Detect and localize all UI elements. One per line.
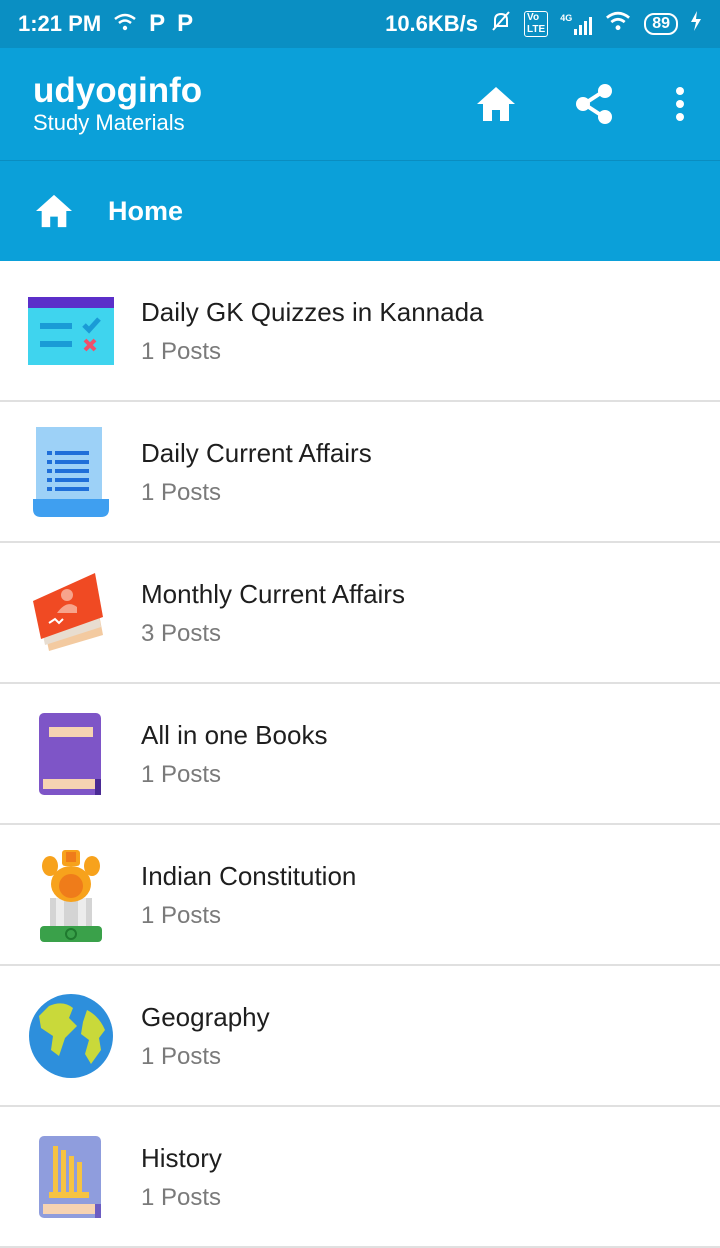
breadcrumb-bar[interactable]: Home [0,161,720,261]
category-title: Indian Constitution [141,860,357,891]
emblem-icon [0,824,141,965]
category-title: Geography [141,1001,270,1032]
list-item[interactable]: Daily Current Affairs 1 Posts [0,402,720,543]
breadcrumb-label: Home [108,195,184,226]
category-title: Monthly Current Affairs [141,578,405,609]
list-item[interactable]: Geography 1 Posts [0,966,720,1107]
list-item[interactable]: Monthly Current Affairs 3 Posts [0,543,720,684]
list-item-text: Daily Current Affairs 1 Posts [141,437,372,507]
post-count: 1 Posts [141,760,222,788]
post-count: 3 Posts [141,619,222,647]
app-brand: udyoginfo Study Materials [33,72,202,136]
volte-icon: Vo LTE [524,11,549,37]
post-count: 1 Posts [141,478,222,506]
p-icon: P [177,10,194,37]
list-item[interactable]: Indian Constitution 1 Posts [0,825,720,966]
data-speed: 10.6KB/s [385,11,479,36]
category-title: History [141,1142,222,1173]
list-item-text: All in one Books 1 Posts [141,719,327,789]
signal-icon: 4G [560,13,593,35]
home-icon [36,194,72,228]
quiz-icon [0,260,141,401]
wifi-icon [113,11,137,37]
history-book-icon [0,1106,141,1247]
battery-icon: 89 [644,13,678,35]
clock: 1:21 PM [18,11,102,36]
list-item[interactable]: All in one Books 1 Posts [0,684,720,825]
home-button[interactable] [464,72,528,136]
list-item-text: Indian Constitution 1 Posts [141,860,356,930]
post-count: 1 Posts [141,1042,222,1070]
charging-icon [690,11,702,37]
magazine-icon [0,542,141,683]
list-item[interactable]: Daily GK Quizzes in Kannada 1 Posts [0,261,720,402]
post-count: 1 Posts [141,337,222,365]
category-list: Daily GK Quizzes in Kannada 1 Posts Dail… [0,261,720,1248]
category-title: All in one Books [141,719,328,750]
home-icon [477,87,515,121]
wifi-icon [604,11,632,37]
category-title: Daily GK Quizzes in Kannada [141,296,484,327]
document-list-icon [0,401,141,542]
category-title: Daily Current Affairs [141,437,372,468]
share-icon [576,84,612,124]
share-button[interactable] [562,72,626,136]
book-icon [0,683,141,824]
list-item-text: Geography 1 Posts [141,1001,270,1071]
mute-icon [490,10,512,38]
list-item-text: Daily GK Quizzes in Kannada 1 Posts [141,296,484,366]
more-vert-icon [676,87,684,121]
status-left: 1:21 PM P P [18,10,193,38]
list-item-text: Monthly Current Affairs 3 Posts [141,578,405,648]
app-bar: udyoginfo Study Materials [0,48,720,161]
app-title: udyoginfo [33,71,203,110]
p-icon: P [149,10,166,37]
globe-icon [0,965,141,1106]
app-subtitle: Study Materials [33,110,185,135]
post-count: 1 Posts [141,1183,222,1211]
status-right: 10.6KB/s Vo LTE 4G 89 [385,10,702,38]
list-item[interactable]: History 1 Posts [0,1107,720,1248]
status-bar: 1:21 PM P P 10.6KB/s Vo LTE 4G 89 [0,0,720,48]
post-count: 1 Posts [141,901,222,929]
appbar-actions [464,72,700,136]
overflow-menu-button[interactable] [660,72,700,136]
list-item-text: History 1 Posts [141,1142,222,1212]
